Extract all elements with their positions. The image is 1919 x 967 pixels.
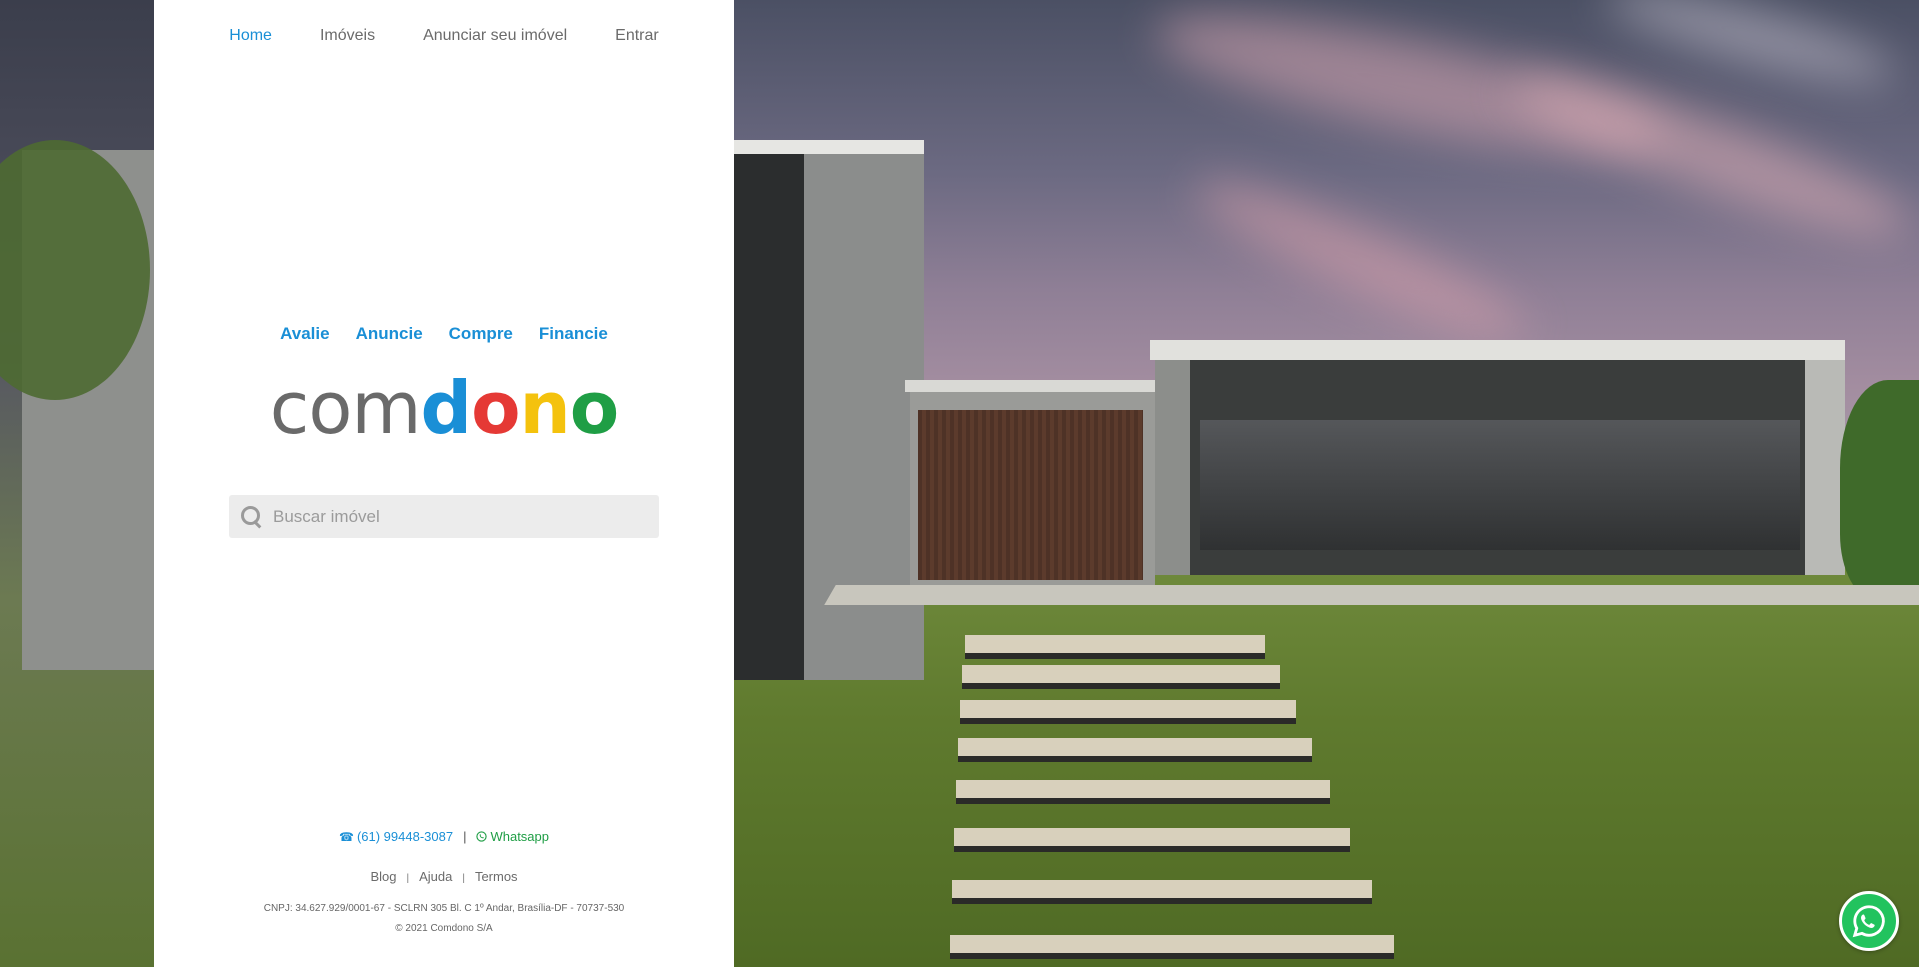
search-input[interactable] (263, 495, 659, 538)
phone-icon: ☎ (338, 830, 354, 844)
legal-info: CNPJ: 34.627.929/0001-67 - SCLRN 305 Bl.… (154, 899, 734, 939)
footer-blog[interactable]: Blog (370, 869, 396, 884)
whatsapp-float-button[interactable] (1839, 891, 1899, 951)
logo-part-d: d (420, 366, 473, 450)
action-anuncie[interactable]: Anuncie (356, 324, 423, 344)
footer-termos[interactable]: Termos (475, 869, 518, 884)
footer-separator: | (406, 873, 410, 884)
logo-part-o1: o (471, 366, 520, 450)
action-avalie[interactable]: Avalie (280, 324, 329, 344)
action-financie[interactable]: Financie (539, 324, 608, 344)
logo-part-com: com (269, 366, 422, 450)
action-links: Avalie Anuncie Compre Financie (154, 324, 734, 344)
whatsapp-link[interactable]: Whatsapp (476, 829, 549, 844)
logo-part-n: n (519, 366, 571, 450)
nav-imoveis[interactable]: Imóveis (320, 27, 375, 45)
copyright-text: © 2021 Comdono S/A (395, 923, 493, 934)
search-icon (241, 505, 263, 528)
phone-link[interactable]: ☎ (61) 99448-3087 (339, 829, 453, 844)
top-navigation: Home Imóveis Anunciar seu imóvel Entrar (154, 27, 734, 45)
main-panel: Home Imóveis Anunciar seu imóvel Entrar … (154, 0, 734, 967)
footer-separator: | (462, 873, 465, 884)
action-compre[interactable]: Compre (449, 324, 513, 344)
comdono-logo[interactable]: comdono (154, 372, 734, 444)
logo-part-o2: o (569, 366, 619, 450)
whatsapp-icon (1852, 905, 1885, 938)
cnpj-text: CNPJ: 34.627.929/0001-67 - SCLRN 305 Bl.… (263, 903, 625, 914)
whatsapp-label: Whatsapp (490, 829, 550, 844)
search-box (229, 495, 659, 538)
contact-separator: | (463, 829, 467, 844)
contact-line: ☎ (61) 99448-3087 | Whatsapp (154, 829, 734, 844)
nav-anunciar[interactable]: Anunciar seu imóvel (423, 27, 567, 45)
footer-links: Blog | Ajuda | Termos (154, 869, 734, 884)
whatsapp-icon (476, 830, 488, 844)
phone-number: (61) 99448-3087 (356, 829, 454, 844)
nav-entrar[interactable]: Entrar (615, 27, 659, 45)
footer-ajuda[interactable]: Ajuda (419, 869, 452, 884)
nav-home[interactable]: Home (229, 27, 272, 45)
